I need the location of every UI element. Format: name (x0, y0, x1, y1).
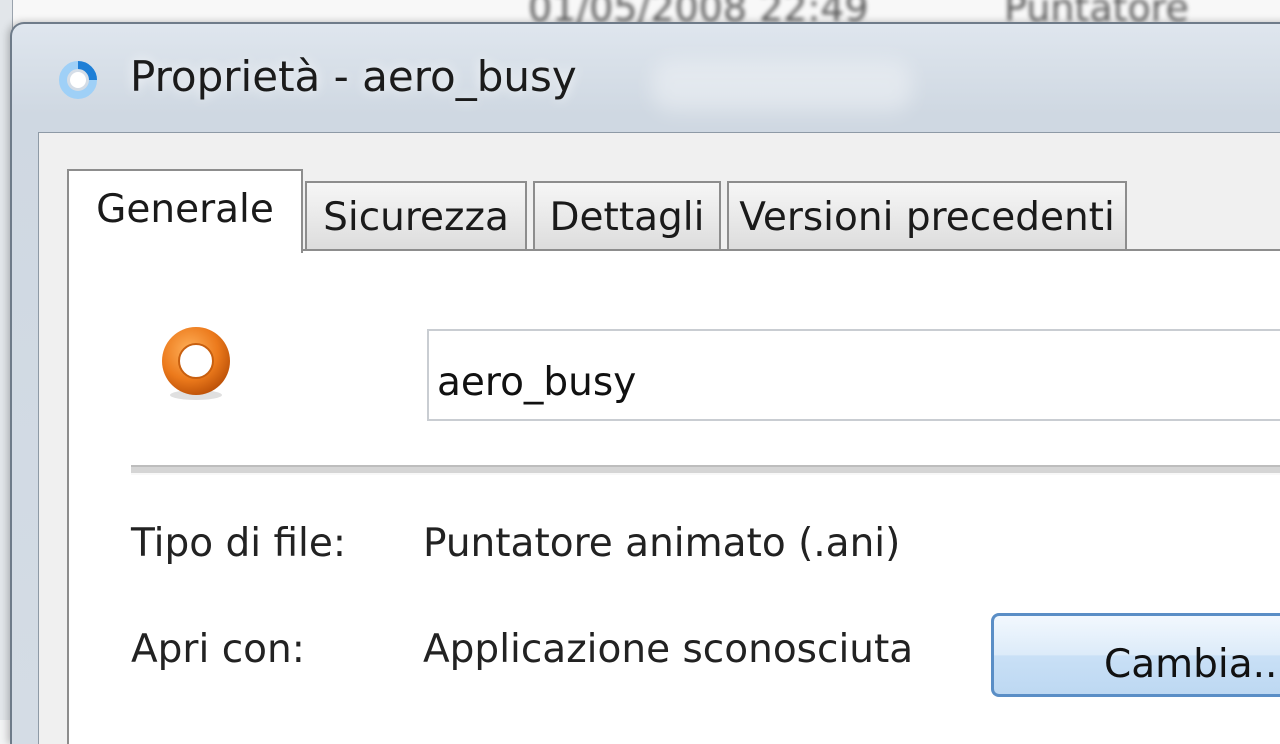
dialog-client-area: Generale Sicurezza Dettagli Versioni pre… (38, 132, 1280, 744)
file-name-input[interactable] (427, 329, 1280, 421)
animated-cursor-ring-icon (162, 327, 230, 400)
change-button[interactable]: Cambia... (991, 613, 1280, 697)
title-glass-glow (652, 60, 912, 112)
tab-generale[interactable]: Generale (67, 169, 303, 253)
opens-with-label: Apri con: (131, 627, 305, 672)
tab-sicurezza[interactable]: Sicurezza (305, 181, 527, 251)
busy-ring-icon (59, 61, 97, 99)
opens-with-value: Applicazione sconosciuta (423, 627, 914, 672)
tab-versioni-precedenti[interactable]: Versioni precedenti (727, 181, 1127, 251)
tab-dettagli[interactable]: Dettagli (533, 181, 721, 251)
general-tab-page: Tipo di file: Puntatore animato (.ani) A… (67, 249, 1280, 744)
file-type-value: Puntatore animato (.ani) (423, 521, 901, 566)
title-bar[interactable]: Proprietà - aero_busy (12, 24, 1280, 132)
properties-dialog: Proprietà - aero_busy Generale Sicurezza… (10, 22, 1280, 744)
tab-strip: Generale Sicurezza Dettagli Versioni pre… (67, 167, 1280, 253)
file-type-label: Tipo di file: (131, 521, 346, 566)
window-title: Proprietà - aero_busy (130, 52, 577, 101)
section-separator (131, 465, 1280, 475)
